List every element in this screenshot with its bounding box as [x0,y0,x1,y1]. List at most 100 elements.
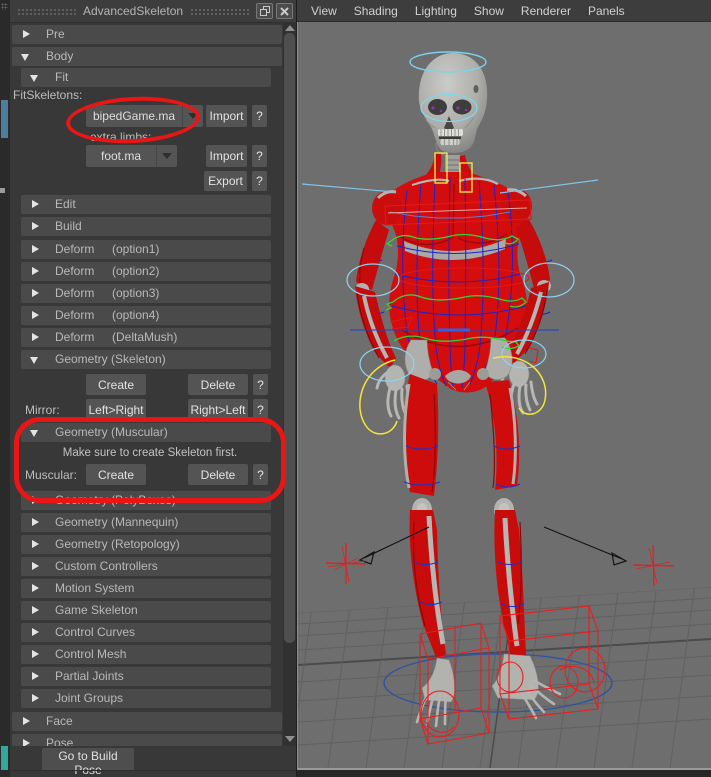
help-skeleton-button[interactable]: ? [253,374,268,395]
muscular-create-button[interactable]: Create [86,464,146,485]
scrollbar-thumb[interactable] [284,33,295,643]
legs [403,374,526,662]
help-mirror-button[interactable]: ? [253,399,268,420]
section-control-mesh[interactable]: Control Mesh [21,645,271,664]
collapsed-arrow-icon [32,650,39,658]
collapsed-arrow-icon [32,333,39,341]
collapsed-arrow-icon [32,562,39,570]
section-pre[interactable]: Pre [12,25,282,44]
collapsed-arrow-icon [32,245,39,253]
export-button[interactable]: Export [204,171,247,191]
collapsed-arrow-icon [32,694,39,702]
section-face[interactable]: Face [12,712,282,731]
section-control-curves[interactable]: Control Curves [21,623,271,642]
mirror-left-right-button[interactable]: Left>Right [86,399,146,420]
advancedskeleton-app: AdvancedSkeleton Pre Body Fit FitSkeleto… [0,0,711,777]
rail-blue-segment[interactable] [1,100,8,138]
scene-svg [298,51,711,768]
section-build[interactable]: Build [21,217,271,236]
scroll-up-button[interactable] [284,23,295,33]
chevron-down-icon [156,145,177,167]
help-export-button[interactable]: ? [252,171,267,191]
panel-title: AdvancedSkeleton [82,4,184,18]
help-import-limb-button[interactable]: ? [252,145,267,167]
close-button[interactable] [276,3,294,19]
section-deform-option1[interactable]: Deform (option1) [21,240,271,259]
section-pose[interactable]: Pose [12,734,282,746]
collapsed-arrow-icon [32,518,39,526]
collapsed-arrow-icon [23,717,30,725]
knee-arrows [358,526,628,566]
collapsed-arrow-icon [32,222,39,230]
expanded-arrow-icon [30,430,38,437]
hip-red-marker [528,347,539,364]
help-muscular-button[interactable]: ? [253,464,268,485]
section-partial-joints[interactable]: Partial Joints [21,667,271,686]
section-game-skeleton[interactable]: Game Skeleton [21,601,271,620]
rail-teal-segment[interactable] [1,746,8,770]
collapsed-arrow-icon [32,606,39,614]
section-geometry-mannequin[interactable]: Geometry (Mannequin) [21,513,271,532]
extra-limb-dropdown-value: foot.ma [100,149,142,163]
go-to-build-pose-button[interactable]: Go to Build Pose [42,748,134,777]
section-deform-deltamush[interactable]: Deform (DeltaMush) [21,328,271,347]
menu-view[interactable]: View [311,4,337,18]
help-import-skeleton-button[interactable]: ? [252,105,267,127]
collapsed-arrow-icon [32,672,39,680]
section-custom-controllers[interactable]: Custom Controllers [21,557,271,576]
menu-renderer[interactable]: Renderer [521,4,571,18]
restore-icon [259,6,270,16]
menu-shading[interactable]: Shading [354,4,398,18]
titlebar-grip-dots [190,7,250,15]
section-deform-option3[interactable]: Deform (option3) [21,284,271,303]
muscular-label: Muscular: [25,468,78,482]
fitskeletons-label: FitSkeletons: [13,88,83,102]
extra-limbs-label: extra limbs: [90,130,152,144]
titlebar-grip-dots [17,7,76,15]
section-deform-option4[interactable]: Deform (option4) [21,306,271,325]
import-limb-button[interactable]: Import [206,145,247,167]
collapsed-arrow-icon [32,289,39,297]
expanded-arrow-icon [30,75,38,82]
section-geometry-muscular[interactable]: Geometry (Muscular) [21,423,271,442]
fitskeleton-dropdown[interactable]: bipedGame.ma [86,105,203,127]
fitskeleton-dropdown-value: bipedGame.ma [92,109,176,123]
collapsed-arrow-icon [32,311,39,319]
rail-grip-icon [1,3,8,10]
muscular-delete-button[interactable]: Delete [188,464,248,485]
panel-titlebar[interactable]: AdvancedSkeleton [10,0,296,23]
section-geometry-retopology[interactable]: Geometry (Retopology) [21,535,271,554]
muscular-note: Make sure to create Skeleton first. [62,447,238,459]
menu-show[interactable]: Show [474,4,504,18]
section-fit[interactable]: Fit [21,68,271,87]
mirror-right-left-button[interactable]: Right>Left [188,399,248,420]
panel-bottom-divider [10,770,296,771]
import-skeleton-button[interactable]: Import [206,105,247,127]
rail-tick [0,188,5,193]
menu-panels[interactable]: Panels [588,4,625,18]
section-geometry-skeleton[interactable]: Geometry (Skeleton) [21,350,271,369]
section-joint-groups[interactable]: Joint Groups [21,689,271,708]
collapsed-arrow-icon [32,584,39,592]
menu-lighting[interactable]: Lighting [415,4,457,18]
viewport-3d-scene[interactable] [297,22,711,770]
scroll-down-button[interactable] [284,734,295,744]
section-motion-system[interactable]: Motion System [21,579,271,598]
section-geometry-polyboxes[interactable]: Geometry (PolyBoxes) [21,491,271,510]
collapsed-arrow-icon [32,628,39,636]
skeleton-create-button[interactable]: Create [86,374,146,395]
section-edit[interactable]: Edit [21,195,271,214]
advancedskeleton-panel: AdvancedSkeleton Pre Body Fit FitSkeleto… [10,0,296,777]
expanded-arrow-icon [21,54,29,61]
expanded-arrow-icon [30,357,38,364]
collapsed-arrow-icon [32,200,39,208]
skeleton-delete-button[interactable]: Delete [188,374,248,395]
viewport-bottom-strip [297,770,711,777]
extra-limb-dropdown[interactable]: foot.ma [86,145,177,167]
collapsed-arrow-icon [32,267,39,275]
undock-button[interactable] [256,3,274,19]
section-body[interactable]: Body [12,47,282,66]
collapsed-arrow-icon [32,496,39,504]
chevron-down-icon [182,105,203,127]
section-deform-option2[interactable]: Deform (option2) [21,262,271,281]
